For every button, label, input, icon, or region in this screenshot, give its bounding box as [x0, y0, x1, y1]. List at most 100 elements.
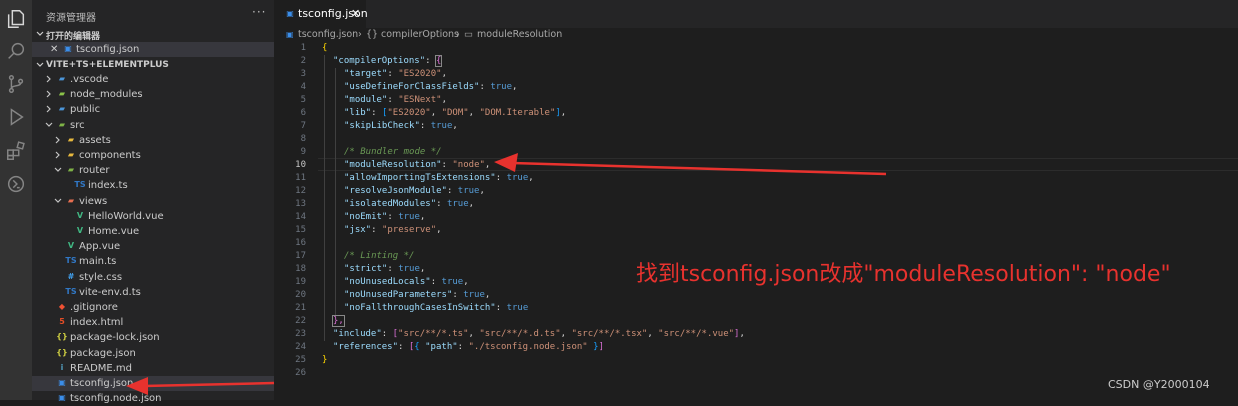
json-file-icon: {} — [56, 347, 68, 357]
folder-icon: ▰ — [58, 74, 66, 83]
breadcrumb-separator: › — [358, 29, 362, 40]
line-number: 17 — [295, 251, 306, 261]
run-debug-icon[interactable] — [5, 106, 27, 128]
tree-item-label: Home.vue — [88, 226, 140, 237]
property-icon: ▭ — [464, 29, 473, 40]
tree-item[interactable]: {} package-lock.json — [32, 330, 274, 345]
tree-item[interactable]: ◆ .gitignore — [32, 300, 274, 315]
search-icon[interactable] — [5, 40, 27, 62]
html-file-icon: 5 — [59, 317, 65, 327]
tree-item-label: App.vue — [79, 241, 121, 253]
line-number: 6 — [300, 108, 306, 118]
tree-item-label: index.html — [70, 317, 124, 329]
open-editor-item[interactable]: ✕ ▣ tsconfig.json — [32, 42, 274, 57]
source-control-icon[interactable] — [5, 73, 27, 95]
chevron-right-icon — [55, 151, 60, 159]
tab-bar: ▣ tsconfig.json ✕ — [274, 0, 1238, 28]
tree-item[interactable]: ▣ tsconfig.json — [32, 376, 274, 391]
tree-item[interactable]: 5 index.html — [32, 315, 274, 330]
code-line: "skipLibCheck": true, — [344, 121, 458, 131]
tree-item[interactable]: TS index.ts — [32, 178, 274, 193]
tree-item[interactable]: TS vite-env.d.ts — [32, 285, 274, 300]
tree-item[interactable]: ▰ components — [32, 148, 274, 163]
code-line: } — [322, 355, 328, 365]
tsconfig-file-icon: ▣ — [286, 9, 294, 18]
chevron-right-icon — [46, 75, 51, 83]
code-line: "module": "ESNext", — [344, 95, 447, 105]
close-icon[interactable]: ✕ — [351, 7, 360, 20]
line-number: 4 — [300, 82, 306, 92]
info-file-icon: i — [60, 362, 64, 372]
folder-icon: ▰ — [67, 134, 75, 144]
tree-item-label: style.css — [79, 271, 123, 283]
folder-open-icon: ▰ — [58, 119, 66, 129]
tree-item[interactable]: ▰ router — [32, 163, 274, 178]
line-number: 15 — [295, 225, 306, 235]
tree-item[interactable]: ▰ views — [32, 194, 274, 209]
line-number: 14 — [295, 212, 306, 222]
tree-item[interactable]: {} package.json — [32, 346, 274, 361]
tree-item-label: tsconfig.node.json — [70, 393, 162, 405]
breadcrumb-node[interactable]: moduleResolution — [477, 29, 562, 40]
tab-tsconfig[interactable]: ▣ tsconfig.json ✕ — [274, 0, 368, 28]
tree-item[interactable]: i README.md — [32, 361, 274, 376]
chevron-right-icon — [46, 90, 51, 98]
code-editor[interactable]: { "compilerOptions": { "target": "ES2020… — [322, 42, 1222, 400]
open-editors-header[interactable]: 打开的编辑器 — [32, 27, 274, 43]
annotation-text: 找到tsconfig.json改成"moduleResolution": "no… — [636, 262, 1171, 287]
tree-item[interactable]: ▰ public — [32, 102, 274, 117]
tree-item-label: package.json — [70, 347, 136, 359]
line-number: 13 — [295, 199, 306, 209]
chevron-right-icon — [46, 105, 51, 113]
vscode-window: 资源管理器 ··· 打开的编辑器 ✕ ▣ tsconfig.json VITE+… — [0, 0, 1238, 404]
more-actions-icon[interactable]: ··· — [252, 5, 266, 19]
folder-icon: ▰ — [58, 104, 66, 114]
code-line: "allowImportingTsExtensions": true, — [344, 173, 534, 183]
tree-item-label: tsconfig.json — [70, 378, 134, 389]
activity-bar — [0, 0, 32, 400]
tree-item-label: views — [79, 195, 108, 207]
code-line: "jsx": "preserve", — [344, 225, 442, 235]
tree-item[interactable]: ▰ src — [32, 118, 274, 133]
line-number: 10 — [295, 160, 306, 170]
tree-item[interactable]: ▰ node_modules — [32, 87, 274, 102]
git-file-icon: ◆ — [58, 302, 66, 311]
code-line: { — [322, 43, 328, 53]
remote-icon[interactable] — [5, 173, 27, 195]
tree-item[interactable]: ▰ .vscode — [32, 72, 274, 87]
typescript-file-icon: TS — [74, 180, 86, 190]
line-number: 20 — [295, 290, 306, 300]
tree-item[interactable]: TS main.ts — [32, 254, 274, 269]
tree-item[interactable]: # style.css — [32, 270, 274, 285]
vue-file-icon: V — [76, 226, 84, 235]
tree-item[interactable]: ▰ assets — [32, 133, 274, 148]
chevron-down-icon — [36, 62, 44, 67]
sidebar-title: 资源管理器 — [46, 13, 96, 24]
tree-item-label: router — [79, 165, 110, 177]
line-number: 5 — [300, 95, 306, 105]
code-line: }, — [332, 315, 345, 327]
code-line-module-resolution: "moduleResolution": "node", — [344, 160, 491, 170]
code-line: "useDefineForClassFields": true, — [344, 82, 518, 92]
breadcrumb-node[interactable]: compilerOptions — [381, 29, 459, 40]
explorer-icon[interactable] — [5, 8, 27, 30]
tree-item[interactable]: V App.vue — [32, 239, 274, 254]
close-icon[interactable]: ✕ — [50, 42, 58, 57]
breadcrumb: ▣ tsconfig.json › {} compilerOptions › ▭… — [274, 28, 1238, 42]
line-number: 21 — [295, 303, 306, 313]
line-number: 18 — [295, 264, 306, 274]
breadcrumb-file[interactable]: tsconfig.json — [298, 29, 358, 40]
line-number-gutter: 1 2 3 4 5 6 7 8 9 10 11 12 13 14 15 16 17 18 19 20 21 22 23 24 2… — [274, 42, 318, 400]
tree-item-label: assets — [79, 134, 111, 146]
chevron-down-icon — [54, 198, 62, 203]
tree-item[interactable]: ▣ tsconfig.node.json — [32, 391, 274, 406]
tree-item[interactable]: V HelloWorld.vue — [32, 209, 274, 224]
extensions-icon[interactable] — [5, 140, 27, 162]
tree-item-label: README.md — [70, 362, 133, 374]
line-number: 25 — [295, 355, 306, 365]
tree-item-label: index.ts — [88, 180, 128, 192]
chevron-down-icon — [45, 122, 53, 127]
line-number: 3 — [300, 69, 306, 79]
tree-item-label: public — [70, 104, 101, 116]
tree-item[interactable]: V Home.vue — [32, 224, 274, 239]
